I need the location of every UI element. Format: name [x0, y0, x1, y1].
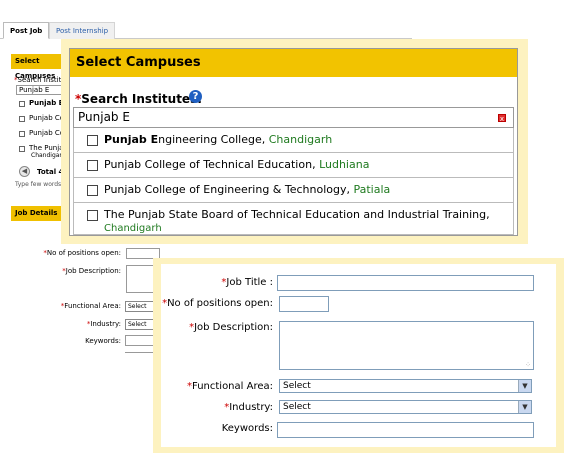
functional-area-label: *Functional Area:: [186, 381, 273, 392]
industry-value: Select: [283, 402, 311, 412]
left-arrow-icon[interactable]: ◀: [19, 166, 30, 177]
bg-total: Total 4: [37, 168, 64, 176]
campus-checkbox[interactable]: [87, 210, 98, 221]
select-campuses-bar: Select Campuses: [11, 54, 63, 80]
campus-name: The Punjab State Board of Technical Educ…: [104, 208, 490, 221]
tab-post-job[interactable]: Post Job: [3, 22, 50, 39]
campus-result-row[interactable]: Punjab Engineering College, Chandigarh: [73, 128, 514, 153]
bg-row-1: Punjab Engineering College: [29, 99, 62, 107]
bg-row-2: Punjab College of Technical Education: [29, 114, 62, 122]
job-details-bar: Job Details: [11, 206, 63, 221]
campus-result-row[interactable]: Punjab College of Technical Education, L…: [73, 153, 514, 178]
bg-checkbox[interactable]: [19, 101, 25, 107]
job-description-textarea[interactable]: ⁘: [279, 321, 534, 370]
clear-icon[interactable]: x: [498, 114, 506, 123]
help-icon[interactable]: ?: [189, 90, 202, 103]
bg-keywords-label: Keywords:: [85, 337, 121, 345]
campus-result-row[interactable]: The Punjab State Board of Technical Educ…: [73, 203, 514, 235]
search-value: Punjab E: [78, 110, 130, 124]
campus-name: Punjab College of Technical Education, L…: [104, 158, 370, 171]
job-title-input[interactable]: [277, 275, 534, 291]
positions-label: *No of positions open:: [162, 298, 273, 309]
positions-input[interactable]: [279, 296, 329, 312]
campus-result-row[interactable]: Punjab College of Engineering & Technolo…: [73, 178, 514, 203]
chevron-down-icon[interactable]: ▼: [518, 401, 531, 413]
campus-checkbox[interactable]: [87, 160, 98, 171]
select-campuses-callout: Select Campuses *Search Institutes: ? Pu…: [61, 39, 528, 244]
functional-area-value: Select: [283, 381, 311, 391]
bg-search-input[interactable]: Punjab E: [16, 85, 64, 95]
job-details-callout: *Job Title : *No of positions open: *Job…: [153, 258, 564, 453]
keywords-input[interactable]: [277, 422, 534, 438]
job-title-label: *Job Title :: [221, 277, 273, 288]
bg-positions-label: *No of positions open:: [43, 249, 121, 257]
job-details-panel: *Job Title : *No of positions open: *Job…: [161, 264, 556, 447]
industry-label: *Industry:: [224, 402, 273, 413]
campus-checkbox[interactable]: [87, 135, 98, 146]
bg-industry-label: *Industry:: [86, 320, 121, 328]
campus-checkbox[interactable]: [87, 185, 98, 196]
functional-area-select[interactable]: Select ▼: [279, 379, 532, 393]
campus-name: Punjab Engineering College, Chandigarh: [104, 133, 333, 146]
bg-row-4: The Punjab State Board: [29, 144, 62, 152]
job-description-label: *Job Description:: [189, 322, 273, 333]
campus-city: Chandigarh: [104, 223, 162, 234]
industry-select[interactable]: Select ▼: [279, 400, 532, 414]
bg-checkbox[interactable]: [19, 146, 25, 152]
tab-strip: Post Job Post Internship: [0, 22, 412, 39]
campus-name: Punjab College of Engineering & Technolo…: [104, 183, 391, 196]
resize-handle-icon[interactable]: ⁘: [525, 361, 531, 369]
bg-row-3: Punjab College of Engineering: [29, 129, 62, 137]
bg-functional-area-label: *Functional Area:: [60, 302, 121, 310]
panel-title: Select Campuses: [70, 49, 517, 77]
bg-checkbox[interactable]: [19, 116, 25, 122]
bg-description-label: *Job Description:: [62, 267, 121, 275]
search-institutes-label: *Search Institutes:: [75, 92, 203, 106]
bg-hint: Type few words: [15, 181, 62, 188]
search-institutes-input[interactable]: Punjab E x: [73, 107, 514, 128]
select-campuses-panel: Select Campuses *Search Institutes: ? Pu…: [69, 48, 518, 236]
keywords-label: Keywords:: [221, 423, 273, 434]
bg-checkbox[interactable]: [19, 131, 25, 137]
chevron-down-icon[interactable]: ▼: [518, 380, 531, 392]
tab-post-internship[interactable]: Post Internship: [49, 22, 116, 39]
